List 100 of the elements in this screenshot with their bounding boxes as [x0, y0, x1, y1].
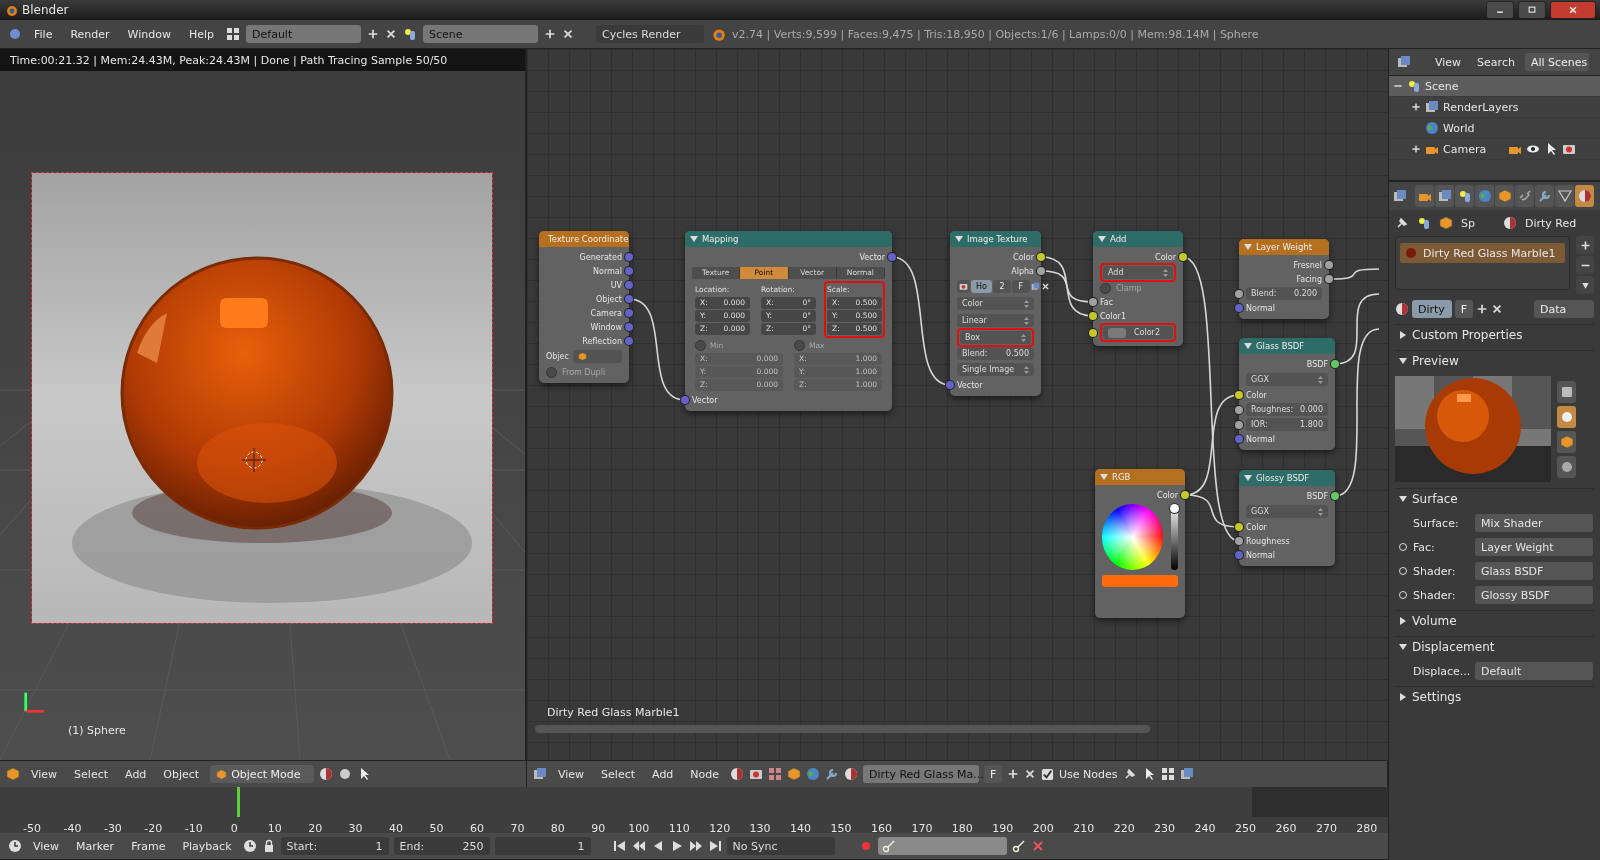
fast-forward-icon[interactable]	[688, 839, 703, 853]
add-slot-button[interactable]	[1576, 236, 1594, 254]
scene-field[interactable]: Scene	[423, 25, 539, 43]
property-dropdown[interactable]: Mix Shader	[1475, 514, 1593, 532]
outliner-item[interactable]: Scene	[1389, 76, 1600, 97]
property-dropdown[interactable]: Glass BSDF	[1475, 562, 1593, 580]
socket[interactable]	[1089, 312, 1097, 320]
copy-icon[interactable]	[1179, 767, 1194, 781]
socket[interactable]	[1235, 523, 1243, 531]
link-dropdown[interactable]: Data	[1534, 300, 1594, 318]
node-header[interactable]: Layer Weight	[1239, 239, 1329, 255]
object-icon[interactable]	[787, 767, 802, 781]
outliner-icon[interactable]	[1397, 55, 1411, 69]
add-icon[interactable]	[544, 28, 557, 40]
menu-item[interactable]: Search	[1471, 53, 1521, 71]
properties-tab[interactable]	[1435, 185, 1454, 207]
color-swatch[interactable]	[1102, 575, 1178, 587]
preview-shape-button[interactable]	[1557, 430, 1576, 453]
menu-item[interactable]: View	[27, 837, 66, 855]
menu-item[interactable]: File	[28, 25, 59, 43]
node-header[interactable]: Image Texture	[950, 231, 1041, 247]
properties-tab[interactable]	[1555, 185, 1574, 207]
display-mode-dropdown[interactable]: All Scenes	[1524, 53, 1589, 71]
property-dropdown[interactable]: Glossy BSDF	[1475, 586, 1593, 604]
menu-item[interactable]: Frame	[125, 837, 172, 855]
texture-icon[interactable]	[749, 767, 764, 781]
collapse-icon[interactable]	[1244, 342, 1252, 350]
cube-view-icon[interactable]	[6, 767, 20, 781]
socket[interactable]	[1181, 491, 1189, 499]
jump-end-icon[interactable]	[707, 839, 722, 853]
collapse-icon[interactable]	[1244, 474, 1252, 482]
dropdown[interactable]: Box	[960, 331, 1031, 344]
socket[interactable]	[1235, 405, 1243, 414]
minimize-button[interactable]	[1486, 1, 1514, 19]
menu-item[interactable]: Marker	[70, 837, 121, 855]
expand-icon[interactable]	[1411, 144, 1421, 154]
image-browse-button[interactable]	[957, 280, 970, 293]
jump-start-icon[interactable]	[612, 839, 627, 853]
fake-user-button[interactable]: F	[1455, 300, 1473, 318]
expand-icon[interactable]	[1411, 102, 1421, 112]
expand-icon[interactable]	[1399, 616, 1407, 625]
menu-item[interactable]: Playback	[176, 837, 238, 855]
remove-slot-button[interactable]	[1576, 256, 1594, 274]
checker-icon[interactable]	[768, 767, 783, 781]
socket[interactable]	[1089, 328, 1097, 337]
node-header[interactable]: Glossy BSDF	[1239, 470, 1335, 486]
value-field[interactable]: Blend: 0.500	[957, 347, 1034, 360]
value-field[interactable]: Blend: 0.200	[1246, 287, 1322, 300]
expand-icon[interactable]	[1399, 330, 1407, 339]
close-icon[interactable]	[1024, 768, 1037, 780]
close-icon[interactable]	[1040, 282, 1050, 291]
users-count-button[interactable]: 2	[992, 280, 1011, 293]
material-icon[interactable]	[844, 767, 859, 781]
socket[interactable]	[1235, 289, 1243, 298]
fake-user-button[interactable]: F	[1011, 280, 1030, 293]
brush-icon[interactable]	[825, 767, 840, 781]
render-icon[interactable]	[1562, 142, 1576, 156]
properties-tab[interactable]	[1455, 185, 1474, 207]
current-frame-field[interactable]: 1	[494, 837, 591, 855]
menu-item[interactable]: Help	[182, 25, 221, 43]
start-frame-field[interactable]: Start: 1	[280, 837, 389, 855]
material-slot[interactable]: Dirty Red Glass Marble1	[1400, 243, 1565, 263]
checkbox[interactable]	[1100, 282, 1111, 294]
preview-shape-button[interactable]	[1557, 455, 1576, 478]
value-slider[interactable]	[1171, 504, 1178, 570]
dropdown[interactable]: Single Image	[957, 363, 1034, 376]
clock-icon[interactable]	[8, 839, 22, 853]
layout-field[interactable]: Default	[246, 25, 362, 43]
socket[interactable]	[1235, 537, 1243, 545]
collapse-icon[interactable]	[1399, 494, 1407, 503]
close-icon[interactable]	[385, 28, 398, 40]
socket[interactable]	[1331, 492, 1339, 500]
render-engine-dropdown[interactable]: Cycles Render	[596, 25, 705, 43]
property-dropdown[interactable]: Layer Weight	[1475, 538, 1593, 556]
socket[interactable]	[1331, 360, 1339, 368]
value-field[interactable]: IOR: 1.800	[1246, 418, 1328, 431]
sync-dropdown[interactable]: No Sync	[726, 837, 835, 855]
end-frame-field[interactable]: End: 250	[393, 837, 490, 855]
value-field[interactable]: Roughnes: 0.000	[1246, 403, 1328, 416]
slider-handle[interactable]	[1170, 504, 1180, 513]
node-header[interactable]: Glass BSDF	[1239, 338, 1335, 354]
material-icon[interactable]	[1395, 302, 1409, 316]
clock-icon[interactable]	[242, 839, 257, 853]
color-swatch[interactable]	[1108, 327, 1126, 338]
material-name-field[interactable]: Dirty	[1412, 300, 1452, 318]
dropdown[interactable]: Color	[957, 297, 1034, 310]
slot-menu-button[interactable]	[1576, 276, 1594, 294]
collapse-icon[interactable]	[955, 235, 963, 243]
layout-icon[interactable]	[226, 27, 241, 41]
menu-item[interactable]: Add	[646, 765, 680, 783]
menu-item[interactable]: Node	[684, 765, 726, 783]
preview-shape-button[interactable]	[1557, 405, 1576, 428]
info-icon[interactable]	[8, 27, 22, 41]
shader-icon[interactable]	[730, 767, 745, 781]
close-icon[interactable]	[1491, 303, 1503, 315]
properties-tab[interactable]	[1475, 185, 1494, 207]
properties-tab[interactable]	[1535, 185, 1554, 207]
checkbox[interactable]	[1041, 767, 1055, 781]
socket[interactable]	[1325, 275, 1333, 283]
menu-item[interactable]: Select	[68, 765, 115, 783]
